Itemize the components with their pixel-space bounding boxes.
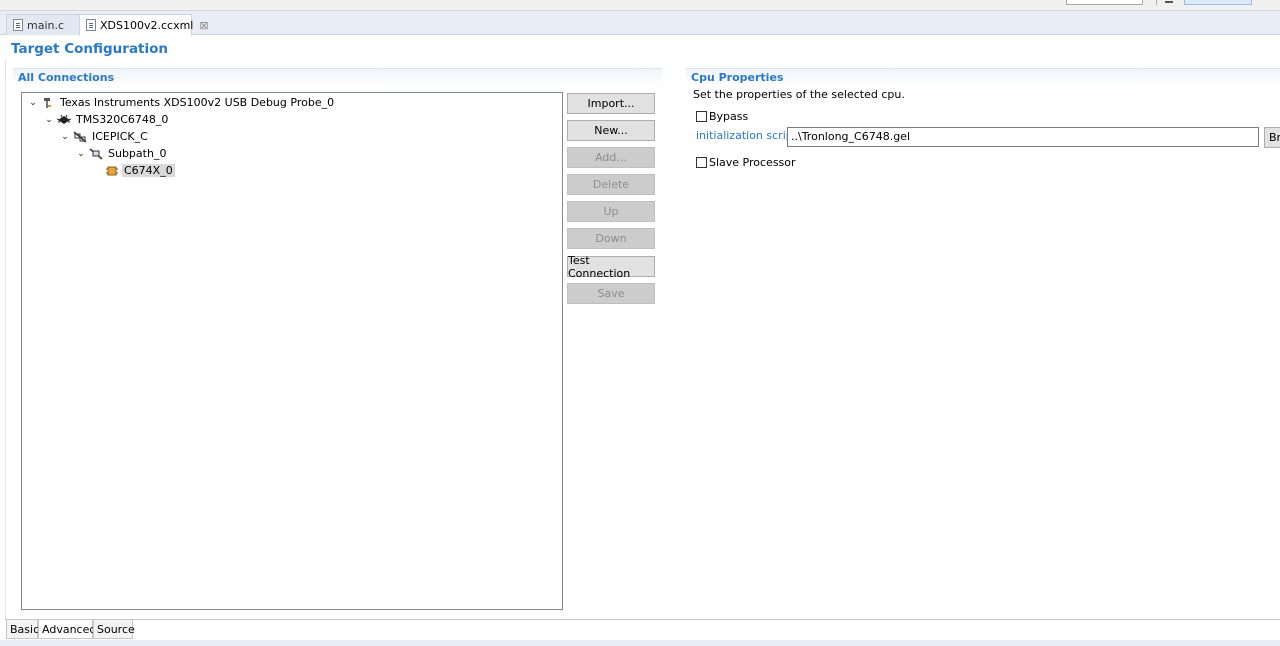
chevron-down-icon[interactable]: ⌄ <box>27 97 39 109</box>
chevron-down-icon[interactable]: ⌄ <box>43 114 55 126</box>
tab-source[interactable]: Source <box>93 620 135 639</box>
tree-node-debug-probe[interactable]: ⌄ Texas Instruments XDS100v2 USB Debug P… <box>22 94 562 111</box>
ccxml-file-icon <box>86 19 96 31</box>
tree-label: ICEPICK_C <box>92 130 148 143</box>
tab-main-c[interactable]: main.c <box>6 14 80 35</box>
tab-label: XDS100v2.ccxml <box>100 18 194 32</box>
add-button[interactable]: Add... <box>567 147 655 168</box>
tree-label: Subpath_0 <box>108 147 167 160</box>
tree-node-subpath[interactable]: ⌄ Subpath_0 <box>22 145 562 162</box>
editor-left-border <box>5 60 6 620</box>
toolbar-separator <box>1156 0 1157 5</box>
save-button[interactable]: Save <box>567 283 655 304</box>
tree-node-cpu[interactable]: C674X_0 <box>22 162 562 179</box>
test-connection-button[interactable]: Test Connection <box>567 254 655 280</box>
debug-probe-icon <box>41 97 55 109</box>
router-icon <box>73 130 87 143</box>
tab-label: main.c <box>27 18 65 32</box>
bottom-tab-divider <box>5 619 1280 620</box>
initialization-script-input[interactable]: ..\Tronlong_C6748.gel <box>787 127 1259 147</box>
bypass-option[interactable]: Bypass <box>696 110 748 123</box>
subpath-icon <box>89 147 103 160</box>
initialization-script-link[interactable]: initialization script <box>696 129 797 142</box>
all-connections-header: All Connections <box>13 68 662 85</box>
page-title: Target Configuration <box>11 41 169 57</box>
tree-label: Texas Instruments XDS100v2 USB Debug Pro… <box>60 96 335 109</box>
slave-processor-option[interactable]: Slave Processor <box>696 156 796 169</box>
bypass-label: Bypass <box>709 110 749 123</box>
tree-node-device[interactable]: ⌄ TMS320C6748_0 <box>22 111 562 128</box>
cpu-properties-header: Cpu Properties <box>686 68 1280 85</box>
connections-tree[interactable]: ⌄ Texas Instruments XDS100v2 USB Debug P… <box>21 92 563 610</box>
status-strip <box>0 640 1280 646</box>
slave-processor-label: Slave Processor <box>709 156 796 169</box>
new-button[interactable]: New... <box>567 120 655 141</box>
tab-xds100v2-ccxml[interactable]: XDS100v2.ccxml ⊠ <box>79 14 209 36</box>
perspective-switcher[interactable] <box>1184 0 1252 5</box>
chevron-down-icon[interactable]: ⌄ <box>59 131 71 143</box>
quick-access-field[interactable] <box>1066 0 1143 5</box>
chip-icon <box>57 114 71 126</box>
tree-label: TMS320C6748_0 <box>76 113 169 126</box>
bypass-checkbox[interactable] <box>696 111 707 122</box>
chevron-down-icon[interactable]: ⌄ <box>75 148 87 160</box>
tab-advanced[interactable]: Advanced <box>38 620 96 639</box>
c-file-icon <box>13 19 23 31</box>
tree-label: C674X_0 <box>122 164 175 177</box>
cpu-icon <box>105 165 119 177</box>
tab-basic[interactable]: Basic <box>6 620 39 639</box>
import-button[interactable]: Import... <box>567 93 655 114</box>
down-button[interactable]: Down <box>567 228 655 249</box>
cpu-properties-description: Set the properties of the selected cpu. <box>693 88 905 101</box>
tree-node-router[interactable]: ⌄ ICEPICK_C <box>22 128 562 145</box>
close-tab-icon[interactable]: ⊠ <box>199 19 208 32</box>
delete-button[interactable]: Delete <box>567 174 655 195</box>
minimize-icon[interactable] <box>1165 1 1173 3</box>
up-button[interactable]: Up <box>567 201 655 222</box>
browse-button[interactable]: Browse... <box>1264 127 1280 148</box>
slave-processor-checkbox[interactable] <box>696 157 707 168</box>
